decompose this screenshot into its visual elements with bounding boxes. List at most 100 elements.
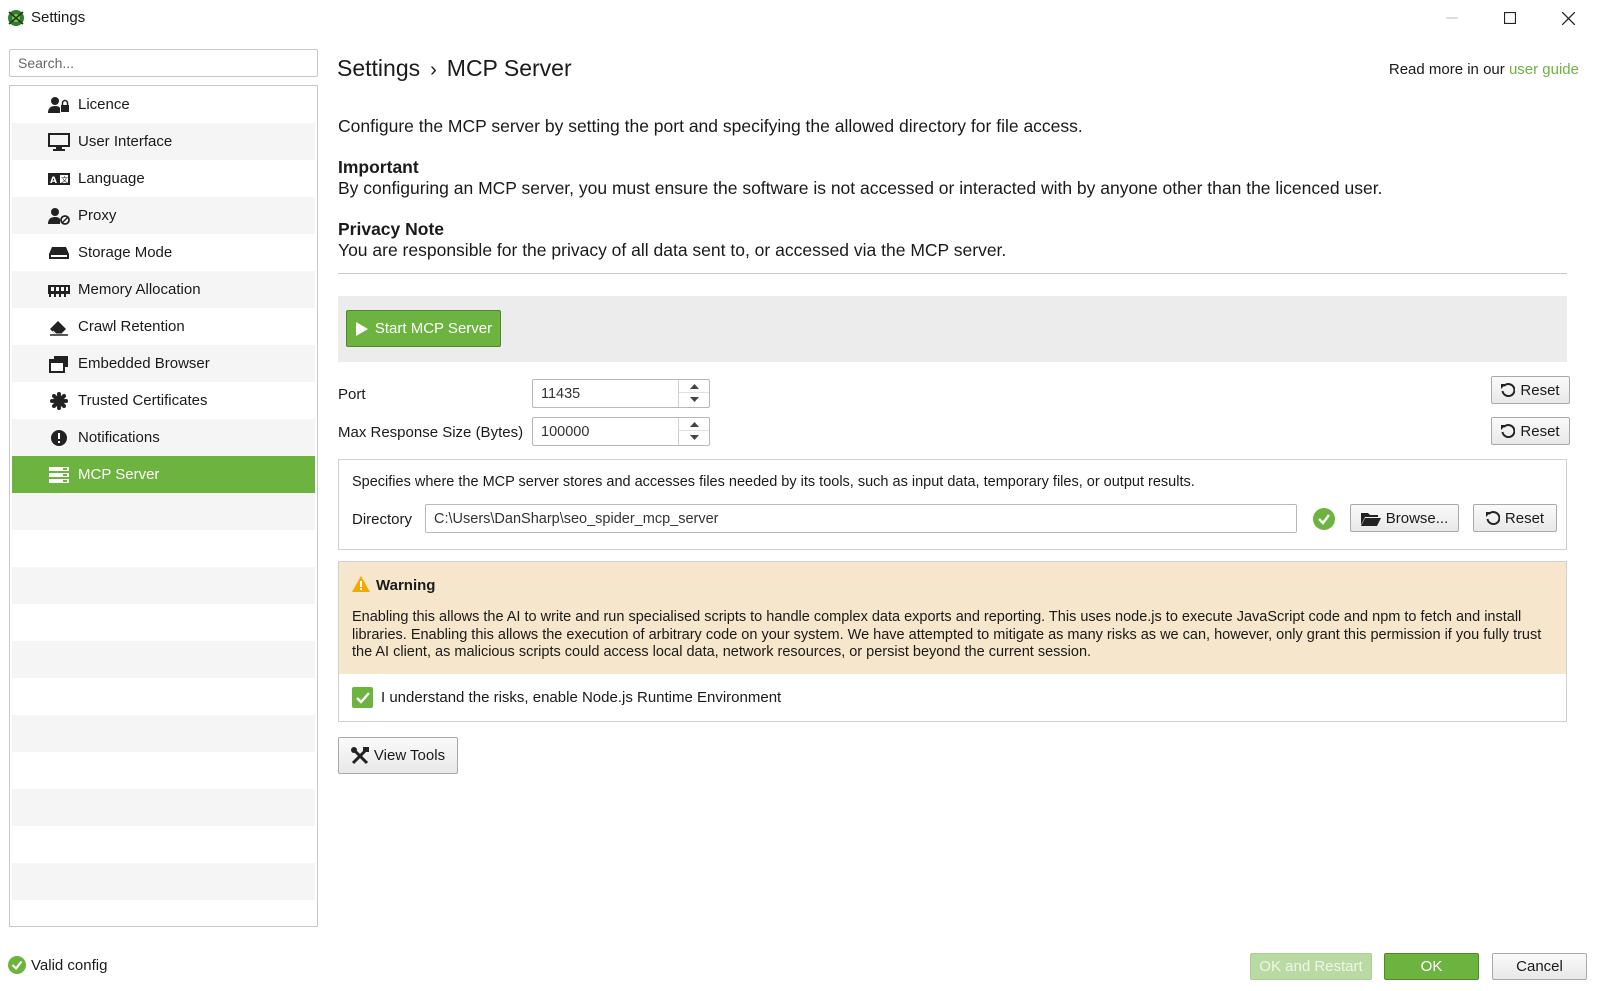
view-tools-label: View Tools	[373, 747, 446, 764]
list-filler-row	[12, 641, 315, 678]
important-text: By configuring an MCP server, you must e…	[338, 178, 1383, 198]
sidebar-item-label: MCP Server	[78, 466, 160, 483]
breadcrumb-separator: ›	[430, 59, 437, 81]
privacy-heading: Privacy Note	[338, 219, 445, 239]
sidebar-item-label: Notifications	[78, 429, 160, 446]
decrement-button[interactable]	[679, 431, 709, 444]
caret-up-icon	[689, 421, 699, 427]
max-response-label: Max Response Size (Bytes)	[338, 424, 524, 441]
nodejs-checkbox[interactable]	[352, 687, 373, 708]
user-lock-icon	[48, 96, 70, 114]
directory-reset-button[interactable]: Reset	[1473, 504, 1557, 532]
list-filler-row	[12, 789, 315, 826]
user-proxy-icon	[48, 207, 70, 225]
sidebar-item-notifications[interactable]: Notifications	[12, 419, 315, 456]
increment-button[interactable]	[679, 380, 709, 393]
directory-panel: Specifies where the MCP server stores an…	[338, 459, 1567, 550]
browser-windows-icon	[48, 355, 70, 373]
close-button[interactable]	[1539, 0, 1597, 36]
reset-label: Reset	[1520, 422, 1560, 440]
certificate-icon	[48, 391, 70, 410]
user-guide-link[interactable]: user guide	[1509, 61, 1579, 78]
port-value[interactable]: 11435	[541, 386, 580, 402]
directory-description: Specifies where the MCP server stores an…	[352, 474, 1195, 490]
breadcrumb: Settings › MCP Server	[337, 55, 572, 82]
spider-logo-icon	[8, 10, 24, 26]
sidebar-item-label: Crawl Retention	[78, 318, 185, 335]
warning-box: Warning Enabling this allows the AI to w…	[339, 562, 1566, 674]
browse-label: Browse...	[1385, 509, 1449, 527]
sidebar-item-label: Language	[78, 170, 145, 187]
sidebar-item-label: Memory Allocation	[78, 281, 201, 298]
cancel-button[interactable]: Cancel	[1492, 953, 1587, 980]
list-filler-row	[12, 567, 315, 604]
max-response-reset-button[interactable]: Reset	[1491, 417, 1570, 445]
sidebar-item-proxy[interactable]: Proxy	[12, 197, 315, 234]
maximize-button[interactable]	[1481, 0, 1539, 36]
nodejs-checkbox-label[interactable]: I understand the risks, enable Node.js R…	[381, 689, 781, 706]
warning-text: Enabling this allows the AI to write and…	[352, 609, 1542, 660]
minimize-button[interactable]	[1423, 0, 1481, 36]
read-more: Read more in our user guide	[1389, 61, 1579, 78]
read-more-text: Read more in our	[1388, 61, 1505, 78]
privacy-text: You are responsible for the privacy of a…	[338, 240, 1007, 260]
start-mcp-server-button[interactable]: Start MCP Server	[346, 310, 501, 347]
sidebar-item-label: Trusted Certificates	[78, 392, 208, 409]
server-control-panel: Start MCP Server	[338, 296, 1567, 362]
max-response-value[interactable]: 100000	[541, 424, 589, 440]
port-spinner[interactable]: 11435	[532, 379, 710, 408]
folder-open-icon	[1360, 512, 1381, 526]
sidebar-item-memory-allocation[interactable]: Memory Allocation	[12, 271, 315, 308]
reset-icon	[1485, 511, 1500, 525]
svg-text:文: 文	[61, 175, 68, 184]
directory-input[interactable]	[425, 504, 1297, 533]
port-reset-button[interactable]: Reset	[1491, 376, 1570, 404]
hard-drive-icon	[48, 244, 70, 262]
caret-down-icon	[689, 397, 699, 402]
sidebar-item-label: Licence	[78, 96, 130, 113]
sidebar-item-language[interactable]: A文 Language	[12, 160, 315, 197]
page-title: MCP Server	[446, 55, 572, 81]
reset-label: Reset	[1504, 509, 1545, 527]
sidebar-item-licence[interactable]: Licence	[12, 86, 315, 123]
sidebar-item-storage-mode[interactable]: Storage Mode	[12, 234, 315, 271]
reset-icon	[1501, 383, 1516, 397]
list-filler-row	[12, 493, 315, 530]
sidebar-item-trusted-certificates[interactable]: Trusted Certificates	[12, 382, 315, 419]
list-filler-row	[12, 863, 315, 900]
view-tools-button[interactable]: View Tools	[338, 737, 458, 774]
start-button-label: Start MCP Server	[374, 320, 493, 337]
intro-text: Configure the MCP server by setting the …	[338, 116, 1083, 136]
check-circle-icon	[1313, 508, 1335, 530]
exclamation-icon	[48, 429, 70, 447]
sidebar-item-mcp-server[interactable]: MCP Server	[12, 456, 315, 493]
decrement-button[interactable]	[679, 393, 709, 406]
search-input[interactable]	[9, 49, 318, 77]
max-response-spinner[interactable]: 100000	[532, 417, 710, 446]
divider	[338, 273, 1567, 274]
spinner-arrows	[678, 380, 709, 407]
sidebar-item-user-interface[interactable]: User Interface	[12, 123, 315, 160]
caret-up-icon	[689, 383, 699, 389]
warning-triangle-icon	[352, 576, 370, 592]
sidebar-item-embedded-browser[interactable]: Embedded Browser	[12, 345, 315, 382]
settings-nav-list: Licence User Interface A文 Language Proxy…	[9, 85, 318, 927]
server-icon	[48, 466, 70, 484]
browse-button[interactable]: Browse...	[1350, 504, 1459, 532]
nodejs-warning-panel: Warning Enabling this allows the AI to w…	[338, 561, 1567, 722]
warning-title: Warning	[376, 577, 436, 594]
ok-button[interactable]: OK	[1384, 953, 1479, 980]
list-filler-row	[12, 900, 315, 926]
increment-button[interactable]	[679, 418, 709, 431]
list-filler-row	[12, 752, 315, 789]
ok-and-restart-button[interactable]: OK and Restart	[1250, 953, 1372, 980]
list-filler-row	[12, 604, 315, 641]
monitor-icon	[48, 132, 70, 151]
memory-icon	[48, 281, 70, 299]
tools-icon	[350, 746, 369, 764]
important-heading: Important	[338, 157, 419, 177]
reset-label: Reset	[1520, 381, 1560, 399]
sidebar-item-crawl-retention[interactable]: Crawl Retention	[12, 308, 315, 345]
list-filler-row	[12, 530, 315, 567]
spinner-arrows	[678, 418, 709, 445]
